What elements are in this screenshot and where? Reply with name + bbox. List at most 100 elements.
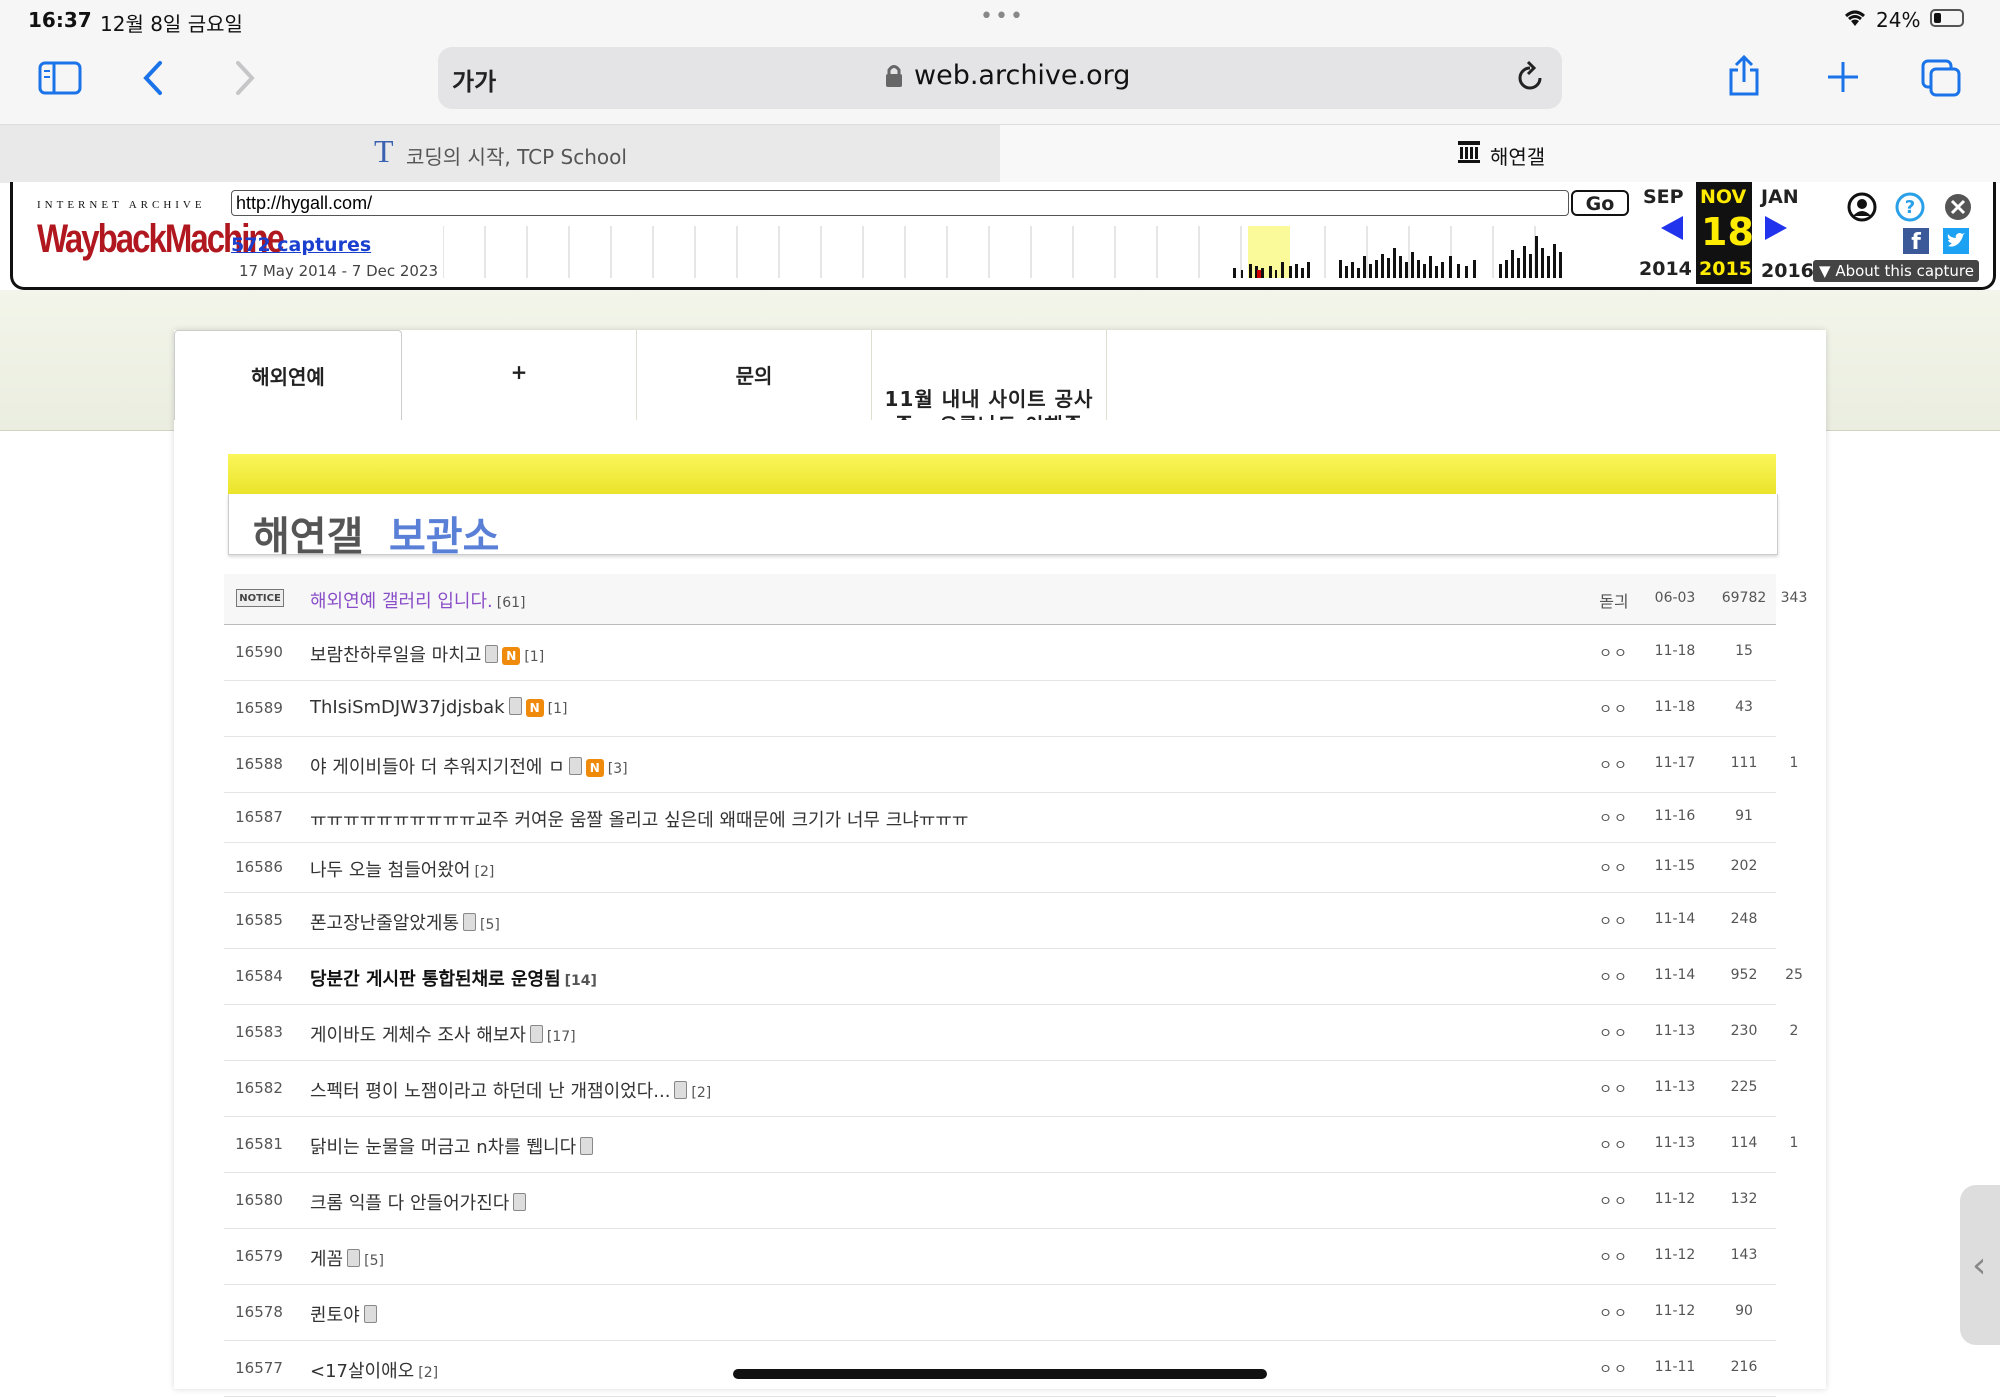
post-subject[interactable]: 퀸토야 [310,1301,377,1327]
notice-row[interactable]: NOTICE 해외연예 갤러리 입니다. [61] 돋긔 06-03 69782 … [224,574,1807,625]
prev-month[interactable]: SEP [1643,186,1684,208]
wayback-url-input[interactable] [231,190,1569,216]
prev-capture-icon[interactable] [1659,214,1685,246]
wayback-go-button[interactable]: Go [1571,190,1629,216]
help-icon[interactable]: ? [1895,192,1925,226]
captures-link[interactable]: 572 captures [231,234,371,256]
post-author[interactable]: ㅇㅇ [1594,1023,1634,1043]
post-row[interactable]: 16587 ㅠㅠㅠㅠㅠㅠㅠㅠㅠㅠ교주 커여운 움짤 올리고 싶은데 왜때문에 크기… [224,792,1776,843]
tabs-overview-icon[interactable] [1920,58,1962,102]
post-subject[interactable]: <17살이애오 [2] [310,1357,438,1383]
post-subject[interactable]: 스펙터 평이 노잼이라고 하던데 난 개잼이었다... [2] [310,1077,711,1103]
comment-count[interactable]: [5] [364,1253,384,1269]
notice-subject-text[interactable]: 해외연예 갤러리 입니다. [310,591,493,612]
post-row[interactable]: 16579 게꼼 [5] ㅇㅇ 11-12 143 [224,1228,1776,1285]
nav-tab-inquiry[interactable]: 문의 [637,330,872,420]
post-subject-text[interactable]: 야 게이비들아 더 추워지기전에 ㅁ [310,757,565,778]
nav-tab-notice[interactable]: 11월 내내 사이트 공사 중.. 오류나도 이해좀 [872,330,1107,420]
user-icon[interactable] [1847,192,1877,226]
post-subject[interactable]: 닭비는 눈물을 머금고 n차를 뛥니다 [310,1133,594,1159]
capture-sparkline[interactable] [443,226,1593,278]
reload-icon[interactable] [1514,60,1546,98]
twitter-icon[interactable] [1943,228,1969,254]
post-subject-text[interactable]: 크롬 익플 다 안들어가진다 [310,1193,509,1214]
post-author[interactable]: ㅇㅇ [1594,858,1634,878]
share-icon[interactable] [1724,54,1764,102]
nav-tab-overseas[interactable]: 해외연예 [174,330,402,420]
post-subject[interactable]: 게이바도 게체수 조사 해보자 [17] [310,1021,576,1047]
post-subject[interactable]: 야 게이비들아 더 추워지기전에 ㅁ N [3] [310,753,628,779]
post-row[interactable]: 16581 닭비는 눈물을 머금고 n차를 뛥니다 ㅇㅇ 11-13 114 1 [224,1116,1798,1173]
next-year[interactable]: 2016 [1761,260,1814,282]
next-month[interactable]: JAN [1761,186,1799,208]
post-row[interactable]: 16584 당분간 게시판 통합된채로 운영됨 [14] ㅇㅇ 11-14 952 25 [224,948,1803,1005]
comment-count[interactable]: [14] [565,973,597,989]
post-row[interactable]: 16588 야 게이비들아 더 추워지기전에 ㅁ N [3] ㅇㅇ 11-17 111 1 [224,736,1798,793]
post-subject-text[interactable]: 닭비는 눈물을 머금고 n차를 뛥니다 [310,1137,576,1158]
post-author[interactable]: ㅇㅇ [1594,1303,1634,1323]
post-author[interactable]: ㅇㅇ [1594,1135,1634,1155]
tab-tcpschool[interactable]: T 코딩의 시작, TCP School ✕ [0,125,1037,183]
post-subject[interactable]: ㅠㅠㅠㅠㅠㅠㅠㅠㅠㅠ교주 커여운 움짤 올리고 싶은데 왜때문에 크기가 너무 … [310,806,969,832]
post-row[interactable]: 16586 나두 오늘 첨들어왔어 [2] ㅇㅇ 11-15 202 [224,842,1776,893]
post-author[interactable]: ㅇㅇ [1594,911,1634,931]
post-author[interactable]: ㅇㅇ [1594,1359,1634,1379]
post-row[interactable]: 16590 보람찬하루일을 마치고 N [1] ㅇㅇ 11-18 15 [224,624,1776,681]
board-title-dark[interactable]: 해연갤 [253,504,363,562]
notice-subject[interactable]: 해외연예 갤러리 입니다. [61] [310,587,526,613]
comment-count[interactable]: [17] [547,1029,576,1045]
close-toolbar-icon[interactable] [1943,192,1973,226]
comment-count[interactable]: [1] [524,649,544,665]
next-capture-icon[interactable] [1763,214,1789,246]
side-handle[interactable]: ‹ [1960,1185,2000,1345]
sidebar-icon[interactable] [38,60,82,100]
forward-icon[interactable] [230,58,258,102]
about-capture-button[interactable]: ▼ About this capture [1813,260,1979,282]
post-subject[interactable]: 보람찬하루일을 마치고 N [1] [310,641,544,667]
post-row[interactable]: 16582 스펙터 평이 노잼이라고 하던데 난 개잼이었다... [2] ㅇㅇ 11-… [224,1060,1776,1117]
comment-count[interactable]: [3] [608,761,628,777]
post-subject-text[interactable]: 스펙터 평이 노잼이라고 하던데 난 개잼이었다... [310,1081,670,1102]
notice-author[interactable]: 돋긔 [1594,588,1634,612]
post-author[interactable]: ㅇㅇ [1594,1247,1634,1267]
post-row[interactable]: 16578 퀸토야 ㅇㅇ 11-12 90 [224,1284,1776,1341]
post-author[interactable]: ㅇㅇ [1594,1079,1634,1099]
post-subject-text[interactable]: 폰고장난줄알았게통 [310,913,459,934]
post-subject[interactable]: 게꼼 [5] [310,1245,384,1271]
comment-count[interactable]: [61] [497,595,526,611]
post-row[interactable]: 16589 ThIsiSmDJW37jdjsbak N [1] ㅇㅇ 11-18 43 [224,680,1776,737]
post-subject-text[interactable]: 당분간 게시판 통합된채로 운영됨 [310,969,561,990]
home-indicator[interactable] [733,1369,1267,1379]
post-author[interactable]: ㅇㅇ [1594,699,1634,719]
post-row[interactable]: 16585 폰고장난줄알았게통 [5] ㅇㅇ 11-14 248 [224,892,1776,949]
comment-count[interactable]: [2] [418,1365,438,1381]
post-subject-text[interactable]: 퀸토야 [310,1305,360,1326]
comment-count[interactable]: [2] [474,864,494,880]
url-text[interactable]: web.archive.org [914,60,1130,91]
post-author[interactable]: ㅇㅇ [1594,967,1634,987]
post-subject-text[interactable]: 게이바도 게체수 조사 해보자 [310,1025,526,1046]
comment-count[interactable]: [1] [548,701,568,717]
post-subject[interactable]: ThIsiSmDJW37jdjsbak N [1] [310,697,567,718]
tab-hygall[interactable]: 해연갤 [1000,125,2000,183]
comment-count[interactable]: [2] [691,1085,711,1101]
address-bar[interactable]: 가가 web.archive.org [438,47,1562,109]
post-author[interactable]: ㅇㅇ [1594,643,1634,663]
post-subject-text[interactable]: ThIsiSmDJW37jdjsbak [310,697,505,718]
prev-year[interactable]: 2014 [1639,258,1692,280]
post-author[interactable]: ㅇㅇ [1594,1191,1634,1211]
nav-tab-plus[interactable]: + [402,330,637,420]
facebook-icon[interactable]: f [1903,228,1929,255]
post-subject-text[interactable]: 게꼼 [310,1249,343,1270]
reader-options-button[interactable]: 가가 [452,62,496,97]
post-subject-text[interactable]: 보람찬하루일을 마치고 [310,645,481,666]
new-tab-icon[interactable] [1826,60,1860,98]
post-author[interactable]: ㅇㅇ [1594,755,1634,775]
post-row[interactable]: 16583 게이바도 게체수 조사 해보자 [17] ㅇㅇ 11-13 230 2 [224,1004,1798,1061]
back-icon[interactable] [140,58,168,102]
post-subject-text[interactable]: 나두 오늘 첨들어왔어 [310,860,470,881]
post-row[interactable]: 16580 크롬 익플 다 안들어가진다 ㅇㅇ 11-12 132 [224,1172,1776,1229]
post-subject[interactable]: 크롬 익플 다 안들어가진다 [310,1189,527,1215]
post-subject[interactable]: 폰고장난줄알았게통 [5] [310,909,500,935]
post-subject[interactable]: 당분간 게시판 통합된채로 운영됨 [14] [310,965,597,991]
